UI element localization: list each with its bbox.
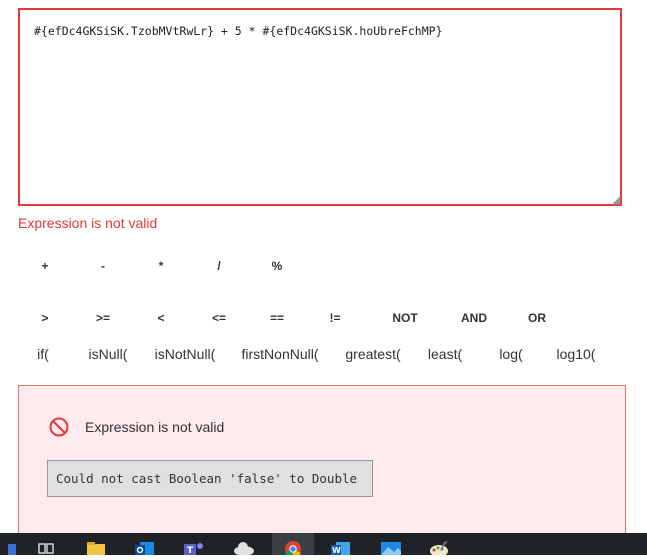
operator-divide-button[interactable]: / bbox=[217, 259, 220, 273]
function-log-button[interactable]: log( bbox=[499, 346, 522, 362]
operator-less-button[interactable]: < bbox=[157, 311, 164, 325]
function-greatest-button[interactable]: greatest( bbox=[345, 346, 400, 362]
operator-plus-button[interactable]: + bbox=[41, 259, 48, 273]
operator-greater-button[interactable]: > bbox=[41, 311, 48, 325]
word-icon[interactable]: W bbox=[330, 541, 352, 555]
error-panel-title: Expression is not valid bbox=[85, 419, 225, 435]
svg-text:W: W bbox=[332, 546, 341, 555]
operator-multiply-button[interactable]: * bbox=[159, 259, 164, 273]
error-detail-message: Could not cast Boolean 'false' to Double bbox=[47, 460, 373, 497]
operator-and-button[interactable]: AND bbox=[461, 311, 487, 325]
operator-not-equal-button[interactable]: != bbox=[329, 311, 340, 325]
chrome-icon[interactable] bbox=[272, 533, 314, 558]
start-icon[interactable] bbox=[8, 544, 16, 555]
svg-text:T: T bbox=[187, 546, 194, 555]
operator-modulo-button[interactable]: % bbox=[272, 259, 283, 273]
function-isnull-button[interactable]: isNull( bbox=[89, 346, 128, 362]
function-least-button[interactable]: least( bbox=[428, 346, 462, 362]
function-isnotnull-button[interactable]: isNotNull( bbox=[155, 346, 216, 362]
outlook-icon[interactable] bbox=[134, 541, 156, 555]
function-log10-button[interactable]: log10( bbox=[557, 346, 596, 362]
operator-greater-equal-button[interactable]: >= bbox=[96, 311, 110, 325]
teams-icon[interactable]: T bbox=[183, 541, 205, 556]
file-explorer-icon[interactable] bbox=[86, 541, 106, 555]
operator-not-button[interactable]: NOT bbox=[392, 311, 417, 325]
expression-error-message: Expression is not valid bbox=[18, 215, 158, 231]
task-view-icon[interactable] bbox=[37, 541, 55, 555]
operator-or-button[interactable]: OR bbox=[528, 311, 546, 325]
operator-minus-button[interactable]: - bbox=[101, 259, 105, 273]
block-icon bbox=[49, 417, 69, 437]
operator-less-equal-button[interactable]: <= bbox=[212, 311, 226, 325]
paint-icon[interactable] bbox=[428, 541, 450, 557]
function-firstnonnull-button[interactable]: firstNonNull( bbox=[241, 346, 318, 362]
function-if-button[interactable]: if( bbox=[37, 346, 49, 362]
operator-equal-button[interactable]: == bbox=[270, 311, 284, 325]
chrome-taskbar-slot[interactable] bbox=[272, 533, 314, 558]
photos-icon[interactable] bbox=[380, 541, 402, 555]
expression-value[interactable]: #{efDc4GKSiSK.TzobMVtRwLr} + 5 * #{efDc4… bbox=[34, 24, 443, 38]
onedrive-icon[interactable] bbox=[232, 541, 256, 556]
